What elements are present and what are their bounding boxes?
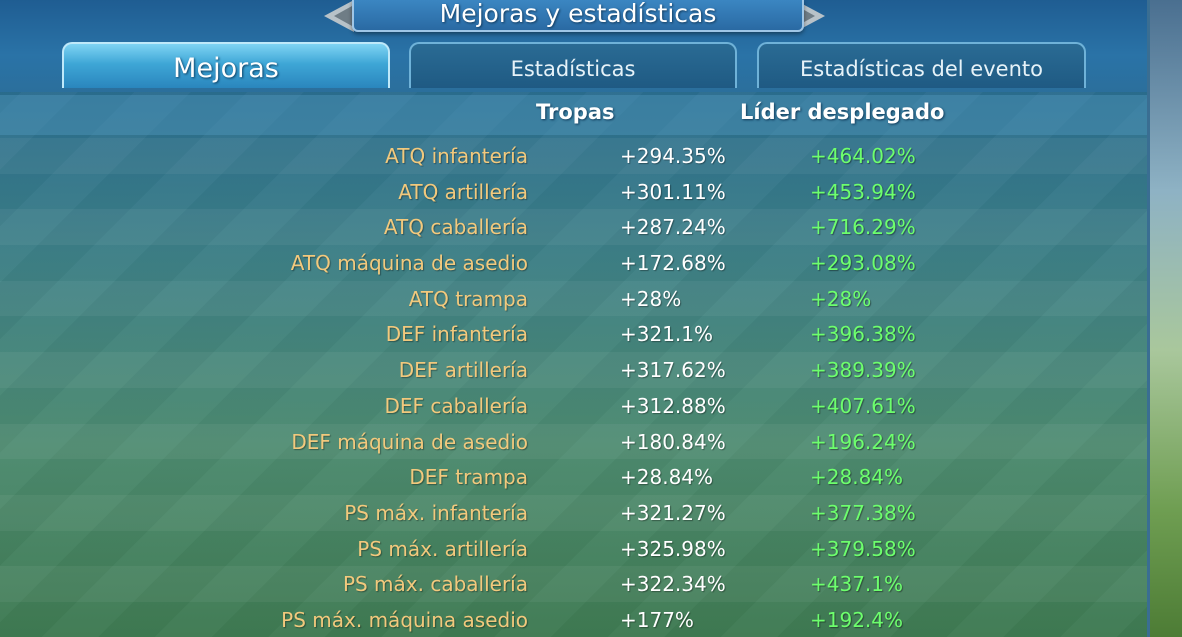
stat-name: ATQ máquina de asedio [290,251,528,276]
stat-name: PS máx. artillería [357,536,528,561]
stat-name: DEF artillería [398,358,528,383]
stat-name: ATQ trampa [408,286,528,311]
table-row: PS máx. artillería +325.98% +379.58% [0,531,1147,567]
troops-value: +180.84% [620,429,726,454]
stat-name: DEF máquina de asedio [291,429,528,454]
troops-value: +28% [620,286,682,311]
chevron-left-inner-icon [334,6,352,26]
tab-estadisticas-label: Estadísticas [510,57,636,81]
tab-mejoras[interactable]: Mejoras [62,42,390,88]
leader-value: +437.1% [810,572,904,597]
leader-value: +407.61% [810,393,916,418]
table-row: DEF caballería +312.88% +407.61% [0,388,1147,424]
table-row: ATQ máquina de asedio +172.68% +293.08% [0,245,1147,281]
tab-estadisticas-evento-label: Estadísticas del evento [800,57,1043,81]
table-row: ATQ trampa +28% +28% [0,280,1147,317]
column-header-leader: Líder desplegado [740,100,945,124]
leader-value: +379.58% [810,536,916,561]
tab-estadisticas[interactable]: Estadísticas [409,42,737,88]
table-row: PS máx. caballería +322.34% +437.1% [0,566,1147,602]
table-row: DEF infantería +321.1% +396.38% [0,316,1147,352]
troops-value: +322.34% [620,572,726,597]
troops-value: +172.68% [620,251,726,276]
column-header-troops: Tropas [536,100,615,124]
table-row: PS máx. máquina asedio +177% +192.4% [0,602,1147,637]
stat-name: DEF infantería [385,322,528,347]
troops-value: +287.24% [620,215,726,240]
table-row: ATQ caballería +287.24% +716.29% [0,209,1147,246]
troops-value: +325.98% [620,536,726,561]
leader-value: +28% [810,286,872,311]
table-row: PS máx. infantería +321.27% +377.38% [0,494,1147,531]
leader-value: +389.39% [810,358,916,383]
leader-value: +716.29% [810,215,916,240]
stat-name: DEF trampa [409,465,528,490]
troops-value: +312.88% [620,393,726,418]
stat-name: ATQ caballería [383,215,528,240]
upgrades-panel: Mejoras y estadísticas Mejoras Estadísti… [0,0,1150,637]
title-plate: Mejoras y estadísticas [352,0,804,32]
stat-name: PS máx. máquina asedio [281,607,528,632]
table-row: ATQ infantería +294.35% +464.02% [0,138,1147,174]
leader-value: +192.4% [810,607,904,632]
troops-value: +28.84% [620,465,714,490]
troops-value: +321.27% [620,500,726,525]
stat-name: ATQ infantería [385,144,528,168]
table-row: DEF máquina de asedio +180.84% +196.24% [0,423,1147,460]
leader-value: +28.84% [810,465,904,490]
window-title: Mejoras y estadísticas [439,0,717,28]
leader-value: +377.38% [810,500,916,525]
stats-table[interactable]: ATQ infantería +294.35% +464.02% ATQ art… [0,138,1147,637]
leader-value: +293.08% [810,251,916,276]
troops-value: +301.11% [620,179,726,204]
stat-name: ATQ artillería [398,179,528,204]
table-row: DEF trampa +28.84% +28.84% [0,459,1147,495]
leader-value: +196.24% [810,429,916,454]
troops-value: +294.35% [620,144,726,168]
stat-name: PS máx. infantería [344,500,528,525]
troops-value: +177% [620,607,694,632]
leader-value: +453.94% [810,179,916,204]
leader-value: +464.02% [810,144,916,168]
troops-value: +317.62% [620,358,726,383]
tab-estadisticas-evento[interactable]: Estadísticas del evento [757,42,1086,88]
troops-value: +321.1% [620,322,714,347]
table-row: ATQ artillería +301.11% +453.94% [0,174,1147,210]
tab-mejoras-label: Mejoras [173,53,279,84]
stat-name: DEF caballería [384,393,528,418]
leader-value: +396.38% [810,322,916,347]
stat-name: PS máx. caballería [342,572,528,597]
table-row: DEF artillería +317.62% +389.39% [0,352,1147,388]
